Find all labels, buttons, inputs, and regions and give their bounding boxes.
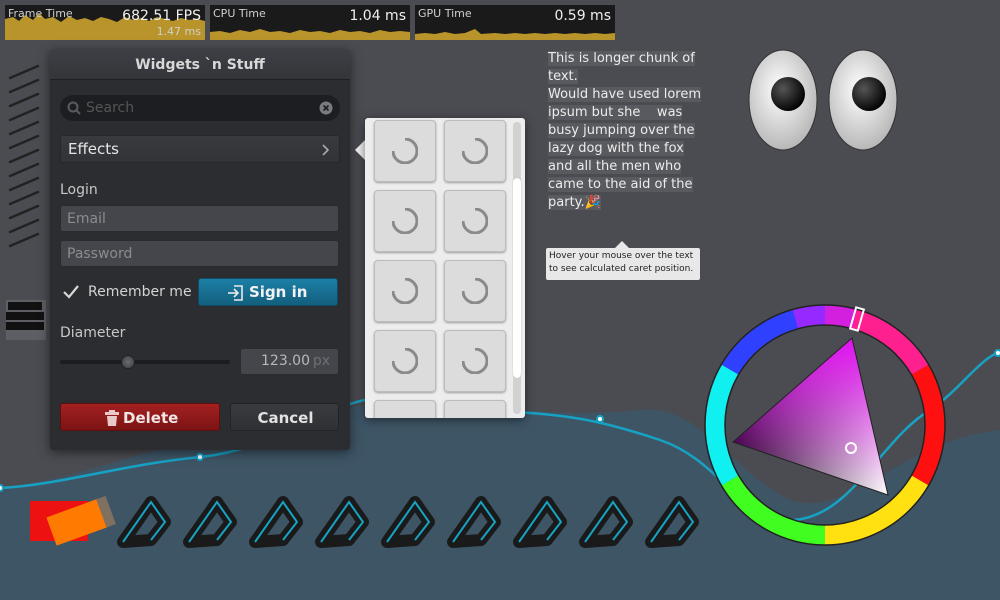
email-field[interactable] [60, 205, 339, 232]
thumbnail[interactable] [374, 330, 436, 392]
line-caps-demo [8, 64, 40, 248]
thumbnail[interactable] [374, 400, 436, 418]
paragraph-line: Would have used lorem [548, 87, 701, 102]
password-field[interactable] [60, 240, 339, 267]
paragraph-line: busy jumping over the [548, 123, 695, 138]
effects-dropdown[interactable]: Effects [60, 135, 340, 163]
graph-name: CPU Time [213, 7, 266, 20]
diameter-slider-track[interactable] [60, 360, 230, 364]
thumbnail[interactable] [444, 120, 506, 182]
clear-icon[interactable] [319, 101, 333, 115]
chevron-shapes [117, 496, 699, 548]
graph-name: Frame Time [8, 7, 73, 20]
diameter-unit: px [312, 353, 330, 369]
widgets-window: Widgets `n Stuff Effects Login Remember … [50, 50, 350, 450]
thumbnail[interactable] [374, 120, 436, 182]
sign-in-label: Sign in [249, 283, 308, 301]
graph-value: 682.51 FPS [122, 8, 201, 24]
popup-scrollbar-thumb[interactable] [513, 178, 521, 378]
right-pupil [852, 77, 886, 111]
loading-spinner-icon [392, 138, 418, 164]
paragraph-line: ipsum but she was [548, 105, 683, 120]
window-title[interactable]: Widgets `n Stuff [50, 50, 350, 80]
search-input[interactable] [86, 98, 306, 118]
paragraph-line: This is longer chunk of [548, 51, 695, 66]
loading-spinner-icon [462, 348, 488, 374]
thumbnail[interactable] [444, 190, 506, 252]
graph-subvalue: 1.47 ms [156, 25, 201, 38]
left-pupil [771, 77, 805, 111]
paragraph-text[interactable]: This is longer chunk of text. Would have… [548, 50, 701, 212]
graph-node [0, 484, 4, 492]
login-icon [228, 285, 243, 301]
graph-node [596, 415, 604, 423]
loading-spinner-icon [462, 208, 488, 234]
graph-value: 1.04 ms [349, 8, 406, 24]
delete-button[interactable]: Delete [60, 403, 220, 431]
login-label: Login [60, 182, 98, 198]
caret-tooltip: Hover your mouse over the text to see ca… [546, 248, 700, 280]
chevron-right-icon [322, 144, 330, 156]
graph-name: GPU Time [418, 7, 472, 20]
email-input[interactable] [67, 209, 327, 229]
scissor-blocks [30, 495, 116, 546]
graph-node [994, 349, 1000, 357]
thumbnail[interactable] [374, 260, 436, 322]
loading-spinner-icon [392, 348, 418, 374]
cancel-button[interactable]: Cancel [230, 403, 339, 431]
gpu-time-graph: GPU Time 0.59 ms [415, 5, 615, 40]
diameter-label: Diameter [60, 325, 126, 341]
cancel-label: Cancel [257, 409, 314, 427]
graph-node [196, 453, 204, 461]
trash-icon [105, 410, 119, 426]
graph-value: 0.59 ms [554, 8, 611, 24]
loading-spinner-icon [392, 208, 418, 234]
thumbnail[interactable] [444, 260, 506, 322]
search-icon [67, 101, 81, 115]
thumbnail[interactable] [444, 400, 506, 418]
diameter-field[interactable]: 123.00 px [240, 348, 339, 375]
line-joins-demo [6, 300, 46, 340]
thumbnail[interactable] [444, 330, 506, 392]
paragraph-line: came to the aid of the [548, 177, 693, 192]
password-input[interactable] [67, 244, 327, 264]
search-box[interactable] [60, 95, 340, 121]
cpu-time-graph: CPU Time 1.04 ms [210, 5, 410, 40]
delete-label: Delete [123, 409, 179, 427]
loading-spinner-icon [462, 138, 488, 164]
diameter-slider-knob[interactable] [121, 355, 135, 369]
thumbnail[interactable] [374, 190, 436, 252]
effects-label: Effects [68, 140, 119, 158]
paragraph-line: and all the men who [548, 159, 682, 174]
frame-time-graph: Frame Time 682.51 FPS 1.47 ms [5, 5, 205, 40]
paragraph-line: lazy dog with the fox [548, 141, 684, 156]
paragraph-line: text. [548, 69, 578, 84]
checkmark-icon[interactable] [62, 283, 80, 301]
thumbnails-popup [365, 118, 525, 418]
loading-spinner-icon [392, 278, 418, 304]
eyes-widget [748, 49, 898, 151]
remember-me-label[interactable]: Remember me [88, 284, 192, 300]
sign-in-button[interactable]: Sign in [198, 278, 338, 306]
color-wheel[interactable] [700, 300, 950, 550]
paragraph-line: party.🎉 [548, 195, 601, 210]
loading-spinner-icon [462, 278, 488, 304]
diameter-value: 123.00 [261, 353, 310, 369]
